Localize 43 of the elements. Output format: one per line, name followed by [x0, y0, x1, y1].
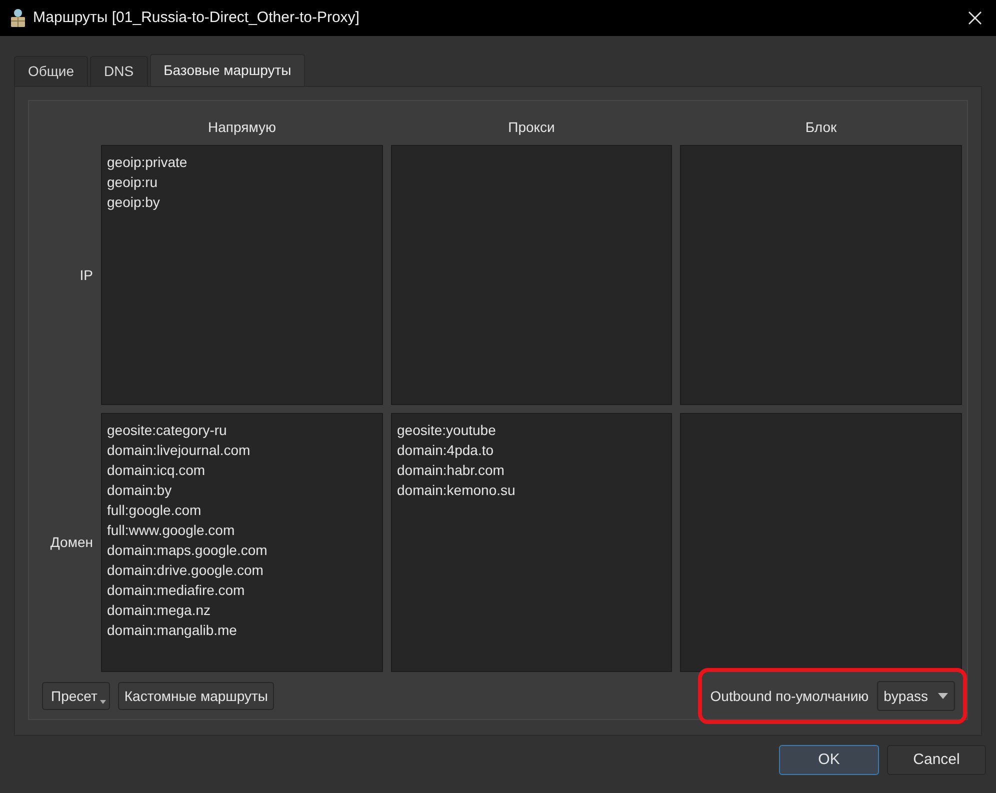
tab[interactable]: Базовые маршруты: [150, 54, 306, 86]
custom-routes-button[interactable]: Кастомные маршруты: [118, 682, 274, 710]
outbound-label: Outbound по-умолчанию: [710, 686, 869, 706]
rule-line: geosite:category-ru: [107, 421, 227, 440]
rule-line: geoip:by: [107, 193, 160, 212]
rule-line: domain:drive.google.com: [107, 561, 264, 580]
rule-line: domain:4pda.to: [397, 441, 494, 460]
column-header: Напрямую: [208, 118, 276, 137]
window-title: Маршруты [01_Russia-to-Direct_Other-to-Proxy]: [33, 8, 360, 28]
row-label: Домен: [50, 533, 93, 552]
column-header: Блок: [805, 118, 837, 136]
rule-line: domain:mangalib.me: [107, 621, 237, 640]
rule-line: domain:icq.com: [107, 461, 206, 480]
rules-field[interactable]: [680, 413, 962, 672]
dropdown-arrow-icon: [938, 693, 948, 699]
package-icon: [9, 8, 27, 28]
dialog-button[interactable]: OK: [779, 745, 879, 775]
tab[interactable]: Общие: [14, 56, 88, 86]
rule-line: domain:maps.google.com: [107, 541, 268, 560]
column-header: Прокси: [508, 118, 555, 137]
dialog-button[interactable]: Cancel: [887, 745, 986, 775]
rules-field[interactable]: geoip:private geoip:ru geoip:by: [101, 145, 383, 405]
outbound-select[interactable]: bypass: [876, 681, 955, 711]
rule-line: geoip:private: [107, 153, 188, 172]
preset-button[interactable]: Пресет: [42, 682, 110, 710]
rule-line: domain:by: [107, 481, 172, 500]
rule-line: domain:kemono.su: [397, 481, 516, 500]
rule-line: domain:habr.com: [397, 461, 504, 480]
rule-line: geoip:ru: [107, 173, 158, 192]
rules-field[interactable]: [101, 413, 383, 672]
rules-field[interactable]: geosite:youtube domain:4pda.to domain:habr.com domain:kemono.su: [391, 413, 672, 672]
rules-field[interactable]: [391, 145, 672, 405]
tab[interactable]: DNS: [90, 56, 148, 86]
rule-line: full:google.com: [107, 501, 202, 520]
rule-line: domain:mediafire.com: [107, 581, 245, 600]
close-icon[interactable]: [968, 11, 982, 25]
rule-line: geosite:youtube: [397, 421, 496, 440]
rule-line: full:www.google.com: [107, 521, 235, 540]
rules-field[interactable]: [680, 145, 962, 405]
row-label: IP: [80, 266, 93, 284]
rule-line: domain:mega.nz: [107, 601, 211, 620]
rule-line: domain:livejournal.com: [107, 441, 250, 460]
caret-icon: [100, 700, 106, 704]
